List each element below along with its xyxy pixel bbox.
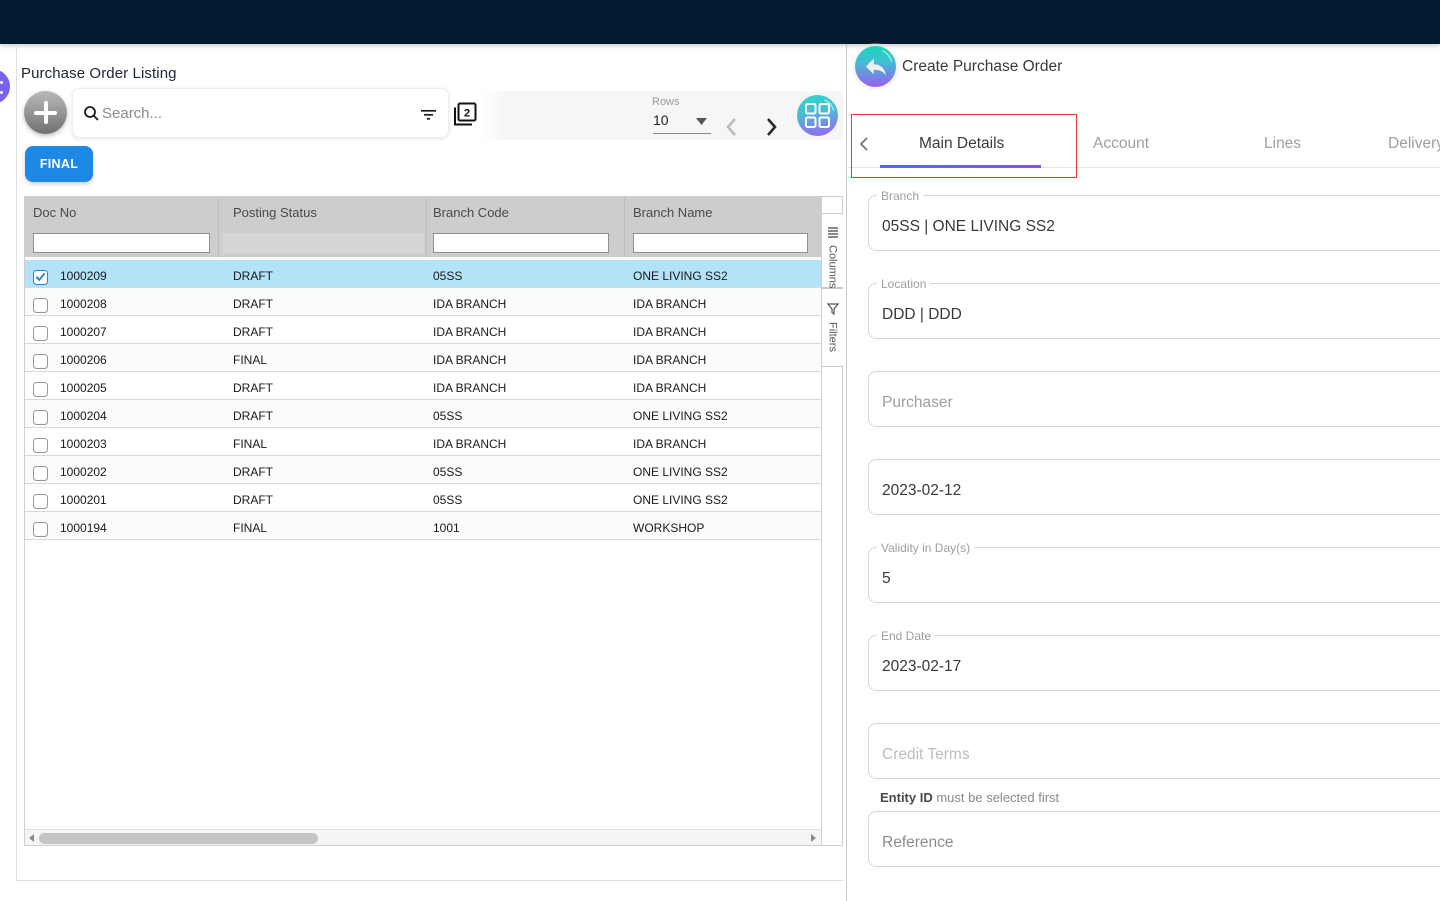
svg-text:2: 2 [464, 108, 470, 120]
